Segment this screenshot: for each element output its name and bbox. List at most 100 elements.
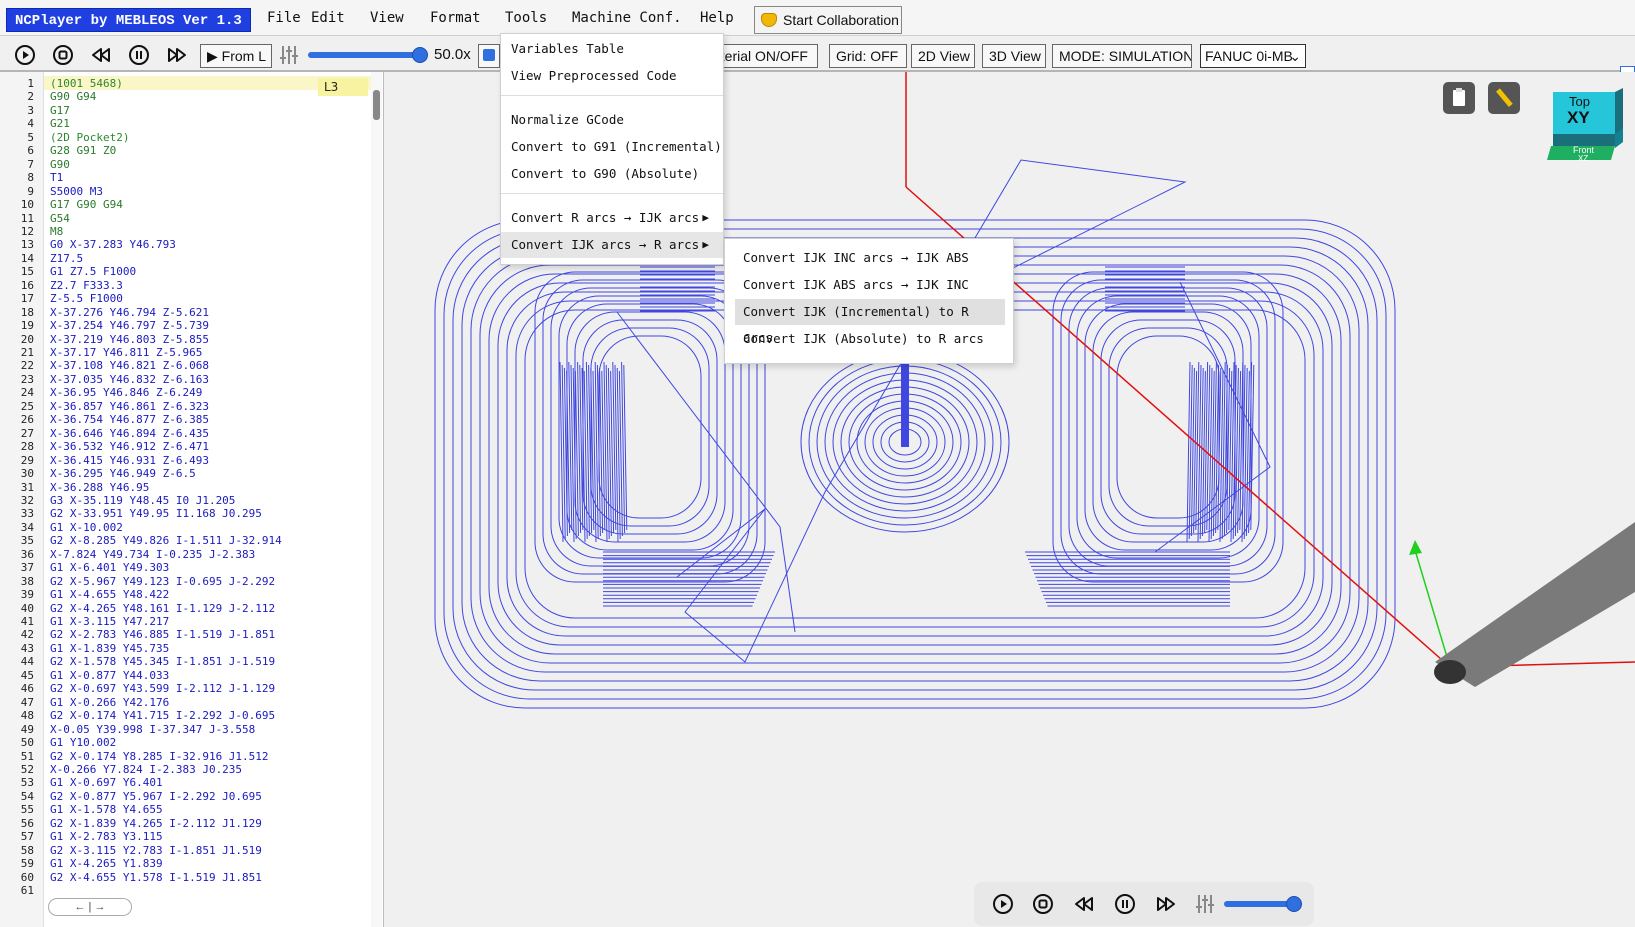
sliders-icon[interactable]: [1194, 893, 1216, 915]
code-line[interactable]: 61: [0, 884, 34, 898]
code-line[interactable]: 9 S5000 M3: [0, 185, 103, 199]
start-collaboration-button[interactable]: Start Collaboration: [754, 6, 902, 34]
menu-convert-ijk-to-r[interactable]: Convert IJK arcs → R arcs ▶: [501, 232, 723, 258]
code-line[interactable]: 26 X-36.754 Y46.877 Z-6.385: [0, 413, 209, 427]
code-line[interactable]: 44 G2 X-1.578 Y45.345 I-1.851 J-1.519: [0, 655, 275, 669]
code-line[interactable]: 41 G1 X-3.115 Y47.217: [0, 615, 169, 629]
code-line[interactable]: 18 X-37.276 Y46.794 Z-5.621: [0, 306, 209, 320]
code-line[interactable]: 55 G1 X-1.578 Y4.655: [0, 803, 163, 817]
code-line[interactable]: 48 G2 X-0.174 Y41.715 I-2.292 J-0.695: [0, 709, 275, 723]
code-line[interactable]: 17 Z-5.5 F1000: [0, 292, 123, 306]
rewind-icon[interactable]: [1073, 893, 1095, 915]
submenu-ijk-incremental-to-r[interactable]: Convert IJK (Incremental) to R arcs: [735, 299, 1005, 345]
submenu-ijk-absolute-to-r[interactable]: Convert IJK (Absolute) to R arcs: [735, 326, 1005, 352]
measure-button[interactable]: [1488, 82, 1520, 114]
code-line[interactable]: 33 G2 X-33.951 Y49.95 I1.168 J0.295: [0, 507, 262, 521]
play-icon[interactable]: [14, 44, 36, 66]
menu-convert-g91[interactable]: Convert to G91 (Incremental): [501, 134, 723, 160]
code-line[interactable]: 57 G1 X-2.783 Y3.115: [0, 830, 163, 844]
code-line[interactable]: 31 X-36.288 Y46.95: [0, 481, 150, 495]
code-line[interactable]: 45 G1 X-0.877 Y44.033: [0, 669, 169, 683]
code-line[interactable]: 32 G3 X-35.119 Y48.45 I0 J1.205: [0, 494, 236, 508]
menu-machine-conf[interactable]: Machine Conf.: [572, 10, 682, 26]
play-icon[interactable]: [992, 893, 1014, 915]
code-line[interactable]: 2 G90 G94: [0, 90, 96, 104]
menu-view-preprocessed-code[interactable]: View Preprocessed Code: [501, 63, 723, 89]
stop-icon[interactable]: [1032, 893, 1054, 915]
material-toggle-button[interactable]: aterial ON/OFF: [710, 44, 818, 68]
editor-scrollbar-thumb[interactable]: [373, 90, 380, 120]
code-line[interactable]: 43 G1 X-1.839 Y45.735: [0, 642, 169, 656]
code-line[interactable]: 20 X-37.219 Y46.803 Z-5.855: [0, 333, 209, 347]
code-editor[interactable]: 1 (1001 5468) 2 G90 G94 3 G17 4 G21 5 (2D Pocket2…: [0, 72, 384, 927]
code-line[interactable]: 47 G1 X-0.266 Y42.176: [0, 696, 169, 710]
bottom-speed-slider[interactable]: [1224, 896, 1302, 912]
code-line[interactable]: 46 G2 X-0.697 Y43.599 I-2.112 J-1.129: [0, 682, 275, 696]
bottom-slider-thumb[interactable]: [1286, 896, 1302, 912]
editor-scrollbar[interactable]: [371, 72, 382, 927]
code-line[interactable]: 5 (2D Pocket2): [0, 131, 129, 145]
code-line[interactable]: 60 G2 X-4.655 Y1.578 I-1.519 J1.851: [0, 871, 262, 885]
code-line[interactable]: 3 G17: [0, 104, 70, 118]
mode-button[interactable]: MODE: SIMULATION: [1052, 44, 1192, 68]
code-line[interactable]: 40 G2 X-4.265 Y48.161 I-1.129 J-2.112: [0, 602, 275, 616]
code-line[interactable]: 19 X-37.254 Y46.797 Z-5.739: [0, 319, 209, 333]
menu-tools[interactable]: Tools: [505, 10, 547, 26]
code-line[interactable]: 12 M8: [0, 225, 64, 239]
speed-slider-thumb[interactable]: [412, 47, 428, 63]
code-line[interactable]: 28 X-36.532 Y46.912 Z-6.471: [0, 440, 209, 454]
code-line[interactable]: 54 G2 X-0.877 Y5.967 I-2.292 J0.695: [0, 790, 262, 804]
controller-select[interactable]: FANUC 0i-MB ⌄: [1200, 44, 1306, 68]
submenu-ijk-inc-to-abs[interactable]: Convert IJK INC arcs → IJK ABS: [735, 245, 1005, 271]
submenu-ijk-abs-to-inc[interactable]: Convert IJK ABS arcs → IJK INC: [735, 272, 1005, 298]
view-3d-button[interactable]: 3D View: [982, 44, 1046, 68]
clipboard-button[interactable]: [1443, 82, 1475, 114]
menu-file[interactable]: File: [267, 10, 301, 26]
code-line[interactable]: 10 G17 G90 G94: [0, 198, 123, 212]
code-line[interactable]: 25 X-36.857 Y46.861 Z-6.323: [0, 400, 209, 414]
code-line[interactable]: 53 G1 X-0.697 Y6.401: [0, 776, 163, 790]
code-line[interactable]: 58 G2 X-3.115 Y2.783 I-1.851 J1.519: [0, 844, 262, 858]
code-line[interactable]: 39 G1 X-4.655 Y48.422: [0, 588, 169, 602]
code-line[interactable]: 27 X-36.646 Y46.894 Z-6.435: [0, 427, 209, 441]
code-line[interactable]: 30 X-36.295 Y46.949 Z-6.5: [0, 467, 196, 481]
grid-toggle-button[interactable]: Grid: OFF: [829, 44, 907, 68]
sliders-icon[interactable]: [278, 44, 300, 66]
fast-forward-icon[interactable]: [1155, 893, 1177, 915]
code-line[interactable]: 51 G2 X-0.174 Y8.285 I-32.916 J1.512: [0, 750, 269, 764]
code-line[interactable]: 49 X-0.05 Y39.998 I-37.347 J-3.558: [0, 723, 256, 737]
code-line[interactable]: 14 Z17.5: [0, 252, 83, 266]
menu-variables-table[interactable]: Variables Table: [501, 36, 723, 62]
view-cube[interactable]: Top XY Front XZ: [1545, 84, 1625, 170]
code-line[interactable]: 11 G54: [0, 212, 70, 226]
pause-icon[interactable]: [1114, 893, 1136, 915]
pause-icon[interactable]: [128, 44, 150, 66]
code-line[interactable]: 16 Z2.7 F333.3: [0, 279, 123, 293]
code-line[interactable]: 35 G2 X-8.285 Y49.826 I-1.511 J-32.914: [0, 534, 282, 548]
code-line[interactable]: 6 G28 G91 Z0: [0, 144, 116, 158]
code-line[interactable]: 24 X-36.95 Y46.846 Z-6.249: [0, 386, 203, 400]
code-line[interactable]: 38 G2 X-5.967 Y49.123 I-0.695 J-2.292: [0, 575, 275, 589]
code-line[interactable]: 15 G1 Z7.5 F1000: [0, 265, 136, 279]
code-line[interactable]: 42 G2 X-2.783 Y46.885 I-1.519 J-1.851: [0, 628, 275, 642]
code-line[interactable]: 22 X-37.108 Y46.821 Z-6.068: [0, 359, 209, 373]
menu-edit[interactable]: Edit: [311, 10, 345, 26]
menu-format[interactable]: Format: [430, 10, 481, 26]
view-2d-button[interactable]: 2D View: [911, 44, 975, 68]
menu-normalize-gcode[interactable]: Normalize GCode: [501, 107, 723, 133]
rewind-icon[interactable]: [90, 44, 112, 66]
code-line[interactable]: 52 X-0.266 Y7.824 I-2.383 J0.235: [0, 763, 242, 777]
code-line[interactable]: 1 (1001 5468): [0, 77, 122, 91]
menu-help[interactable]: Help: [700, 10, 734, 26]
code-line[interactable]: 34 G1 X-10.002: [0, 521, 123, 535]
menu-view[interactable]: View: [370, 10, 404, 26]
code-line[interactable]: 50 G1 Y10.002: [0, 736, 116, 750]
editor-horizontal-scroll[interactable]: ← | →: [48, 898, 132, 916]
code-line[interactable]: 7 G90: [0, 158, 70, 172]
code-line[interactable]: 59 G1 X-4.265 Y1.839: [0, 857, 163, 871]
menu-convert-g90[interactable]: Convert to G90 (Absolute): [501, 161, 723, 187]
play-from-line-button[interactable]: ▶ From L: [200, 44, 272, 68]
code-line[interactable]: 8 T1: [0, 171, 63, 185]
speed-slider[interactable]: [308, 47, 428, 63]
code-line[interactable]: 56 G2 X-1.839 Y4.265 I-2.112 J1.129: [0, 817, 262, 831]
